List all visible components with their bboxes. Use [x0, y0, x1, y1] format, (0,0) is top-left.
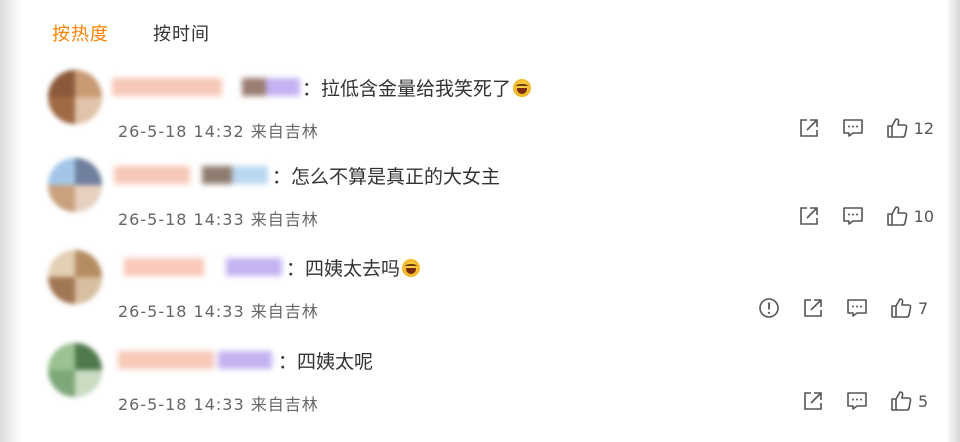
avatar[interactable] [48, 343, 102, 397]
comment-item: ：拉低含金量给我笑死了 26-5-18 14:32 来自吉林 12 [0, 70, 960, 160]
comment-meta: 26-5-18 14:33 来自吉林 [118, 206, 319, 230]
laugh-cry-emoji-icon [513, 78, 532, 97]
comment-actions: 7 [736, 294, 934, 322]
report-icon[interactable] [758, 297, 780, 319]
comment-time: 14:33 [193, 395, 245, 414]
tab-sort-by-hot[interactable]: 按热度 [52, 20, 109, 46]
comment-item: ：怎么不算是真正的大女主 26-5-18 14:33 来自吉林 10 [0, 158, 960, 248]
share-icon[interactable] [798, 117, 820, 139]
comment-icon[interactable] [842, 205, 864, 227]
comment-date: 26-5-18 [118, 210, 188, 229]
comment-date: 26-5-18 [118, 302, 188, 321]
comment-body: 四姨太去吗 [305, 257, 401, 280]
comments-panel: 按热度 按时间 ：拉低含金量给我笑死了 26-5-18 14:32 来自吉林 1… [0, 0, 960, 442]
username-blurred[interactable] [104, 166, 270, 184]
comment-body: 四姨太呢 [297, 350, 374, 373]
comment-icon[interactable] [842, 117, 864, 139]
sort-tabs: 按热度 按时间 [52, 20, 210, 46]
comment-meta: 26-5-18 14:33 来自吉林 [118, 298, 319, 322]
comment-text: ：四姨太去吗 [286, 254, 421, 281]
comment-separator: ： [302, 77, 322, 100]
share-icon[interactable] [802, 297, 824, 319]
comment-icon[interactable] [846, 390, 868, 412]
comment-separator: ： [272, 165, 292, 188]
comment-separator: ： [286, 257, 306, 280]
username-blurred[interactable] [104, 78, 300, 96]
comment-location: 来自吉林 [250, 210, 319, 229]
comment-location: 来自吉林 [250, 122, 319, 141]
share-icon[interactable] [802, 390, 824, 412]
comment-actions: 5 [780, 387, 934, 415]
like-icon[interactable] [886, 117, 908, 139]
avatar[interactable] [48, 70, 102, 124]
comment-text: ：拉低含金量给我笑死了 [302, 74, 532, 101]
comment-body: 怎么不算是真正的大女主 [291, 165, 501, 188]
comment-time: 14:32 [193, 122, 245, 141]
comment-actions: 10 [776, 202, 934, 230]
like-count: 10 [913, 206, 934, 226]
comment-separator: ： [278, 350, 298, 373]
laugh-cry-emoji-icon [402, 258, 421, 277]
comment-item: ：四姨太呢 26-5-18 14:33 来自吉林 5 [0, 343, 960, 433]
like-icon[interactable] [890, 297, 912, 319]
username-blurred[interactable] [104, 258, 284, 276]
like-icon[interactable] [886, 205, 908, 227]
comment-location: 来自吉林 [250, 395, 319, 414]
comment-actions: 12 [776, 114, 934, 142]
like-count: 12 [913, 118, 934, 138]
comment-time: 14:33 [193, 210, 245, 229]
comment-item: ：四姨太去吗 26-5-18 14:33 来自吉林 7 [0, 250, 960, 340]
like-count: 5 [918, 391, 929, 411]
comment-icon[interactable] [846, 297, 868, 319]
comment-body: 拉低含金量给我笑死了 [321, 77, 512, 100]
tab-sort-by-time[interactable]: 按时间 [153, 20, 210, 46]
like-count: 7 [918, 298, 929, 318]
like-icon[interactable] [890, 390, 912, 412]
avatar[interactable] [48, 158, 102, 212]
comment-text: ：怎么不算是真正的大女主 [272, 162, 500, 189]
comment-text: ：四姨太呢 [278, 347, 373, 374]
comment-meta: 26-5-18 14:32 来自吉林 [118, 118, 319, 142]
share-icon[interactable] [798, 205, 820, 227]
comment-date: 26-5-18 [118, 122, 188, 141]
comment-time: 14:33 [193, 302, 245, 321]
comment-meta: 26-5-18 14:33 来自吉林 [118, 391, 319, 415]
avatar[interactable] [48, 250, 102, 304]
comment-location: 来自吉林 [250, 302, 319, 321]
username-blurred[interactable] [104, 351, 276, 369]
comment-date: 26-5-18 [118, 395, 188, 414]
